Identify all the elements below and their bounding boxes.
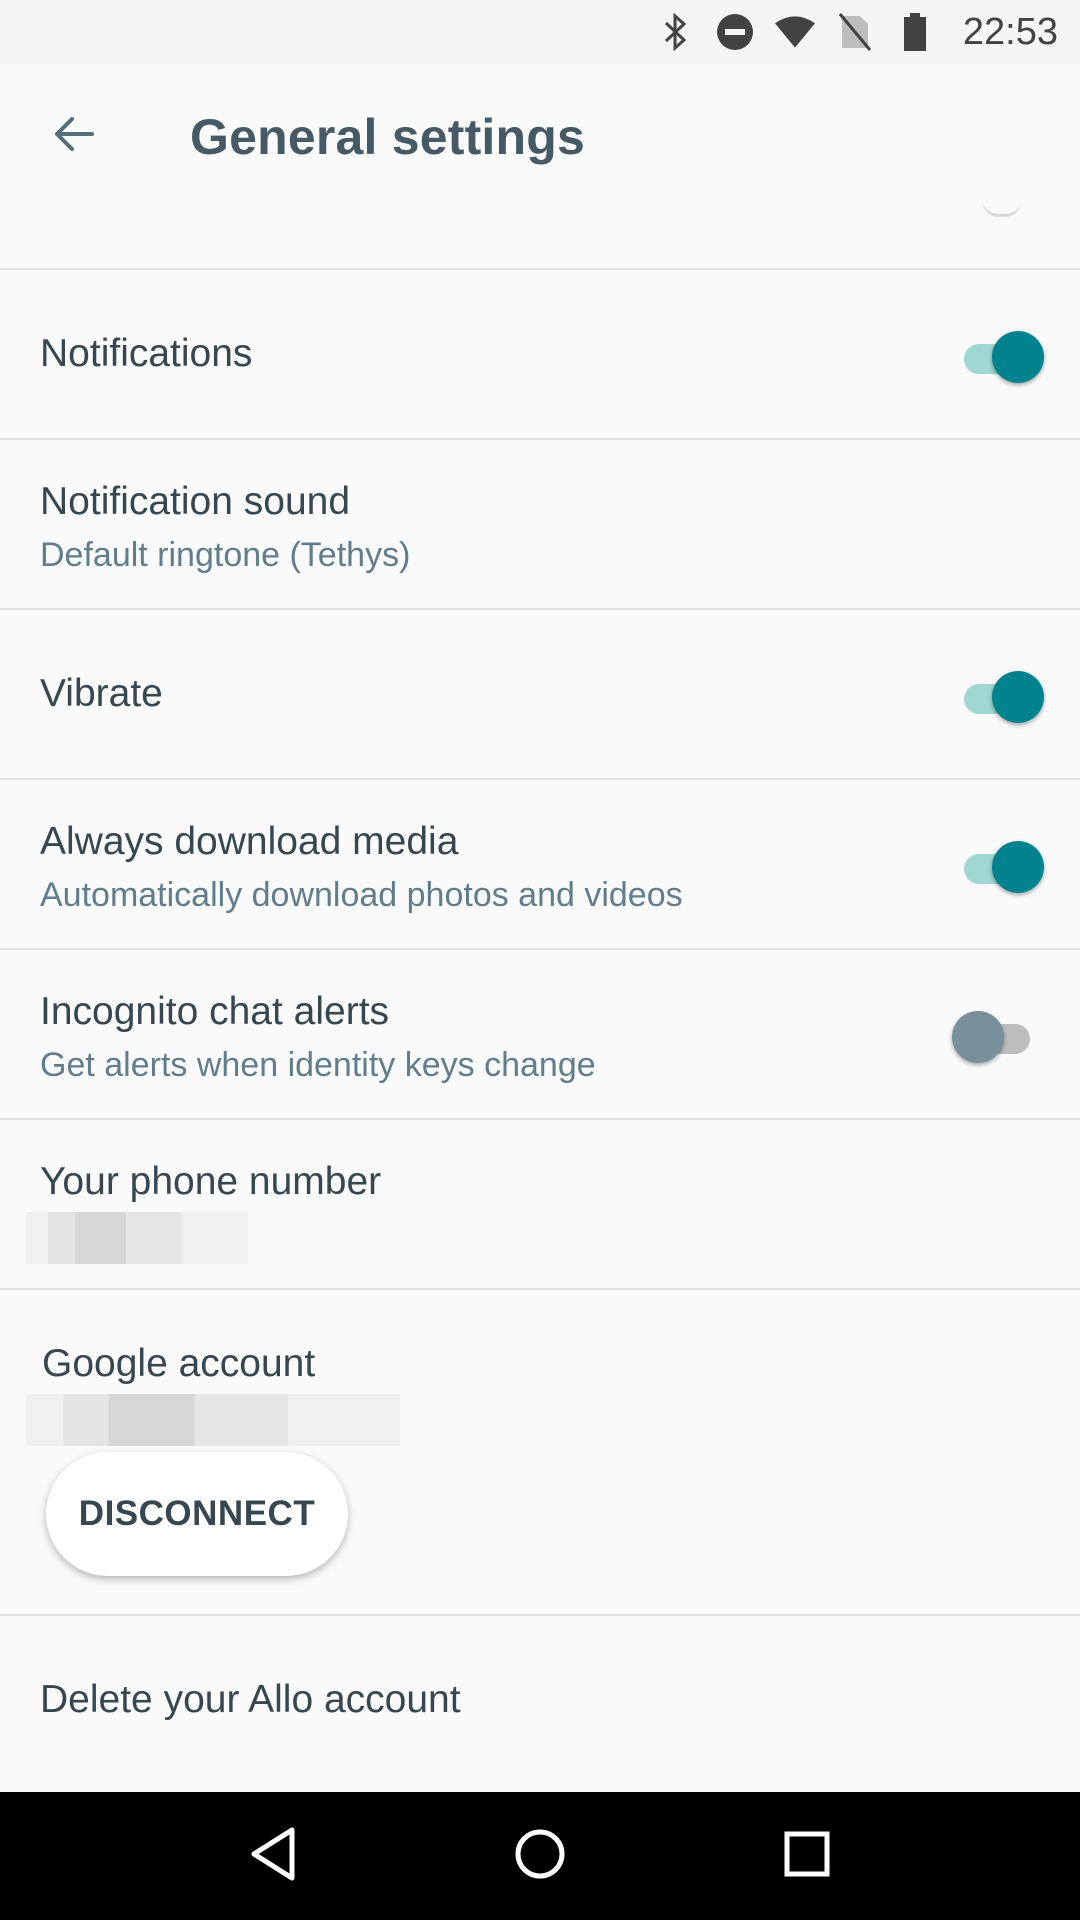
toggle-thumb [992,671,1044,723]
notifications-toggle[interactable] [954,328,1044,384]
setting-title: Delete your Allo account [40,1678,461,1721]
battery-icon [895,12,935,52]
settings-list: Notifications Notification sound Default… [0,268,1080,1784]
setting-subtitle: Get alerts when identity keys change [40,1046,596,1084]
setting-title: Incognito chat alerts [40,990,390,1033]
no-sim-icon [835,12,875,52]
partial-toggle-thumb [982,200,1022,217]
redacted-google-account [26,1394,400,1446]
setting-notification-sound[interactable]: Notification sound Default ringtone (Tet… [0,438,1080,608]
setting-delete-account[interactable]: Delete your Allo account [0,1614,1080,1784]
recents-square-icon [783,1830,831,1883]
setting-subtitle: Default ringtone (Tethys) [40,536,411,574]
nav-back-button[interactable] [223,1806,323,1906]
toggle-thumb [992,841,1044,893]
wifi-icon [774,12,815,52]
setting-title: Always download media [40,820,459,863]
setting-google-account: Google account DISCONNECT [0,1288,1080,1614]
nav-recents-button[interactable] [757,1806,857,1906]
status-time: 22:53 [962,10,1058,53]
home-circle-icon [513,1827,567,1886]
system-nav-bar [0,1792,1080,1920]
setting-always-download-media[interactable]: Always download media Automatically down… [0,778,1080,948]
setting-notifications[interactable]: Notifications [0,268,1080,438]
setting-title: Your phone number [40,1160,382,1203]
vibrate-toggle[interactable] [954,668,1044,724]
nav-home-button[interactable] [490,1806,590,1906]
bluetooth-icon [655,12,695,52]
setting-phone-number[interactable]: Your phone number [0,1118,1080,1288]
setting-title: Notification sound [40,480,351,523]
setting-title: Google account [42,1342,316,1385]
back-triangle-icon [248,1826,298,1887]
setting-title: Notifications [40,332,253,375]
do-not-disturb-icon [715,12,755,52]
setting-vibrate[interactable]: Vibrate [0,608,1080,778]
toggle-thumb [992,331,1044,383]
status-bar: 22:53 [0,0,1080,64]
page-title: General settings [190,109,585,165]
back-button[interactable] [36,98,112,174]
app-toolbar: General settings [0,64,1080,214]
always-download-media-toggle[interactable] [954,838,1044,894]
setting-title: Vibrate [40,672,163,715]
redacted-phone-number [26,1212,248,1264]
disconnect-button[interactable]: DISCONNECT [46,1452,348,1576]
setting-incognito-chat-alerts[interactable]: Incognito chat alerts Get alerts when id… [0,948,1080,1118]
incognito-chat-alerts-toggle[interactable] [952,1008,1044,1064]
toggle-thumb [952,1011,1004,1063]
setting-subtitle: Automatically download photos and videos [40,876,683,914]
arrow-back-icon [52,114,96,159]
